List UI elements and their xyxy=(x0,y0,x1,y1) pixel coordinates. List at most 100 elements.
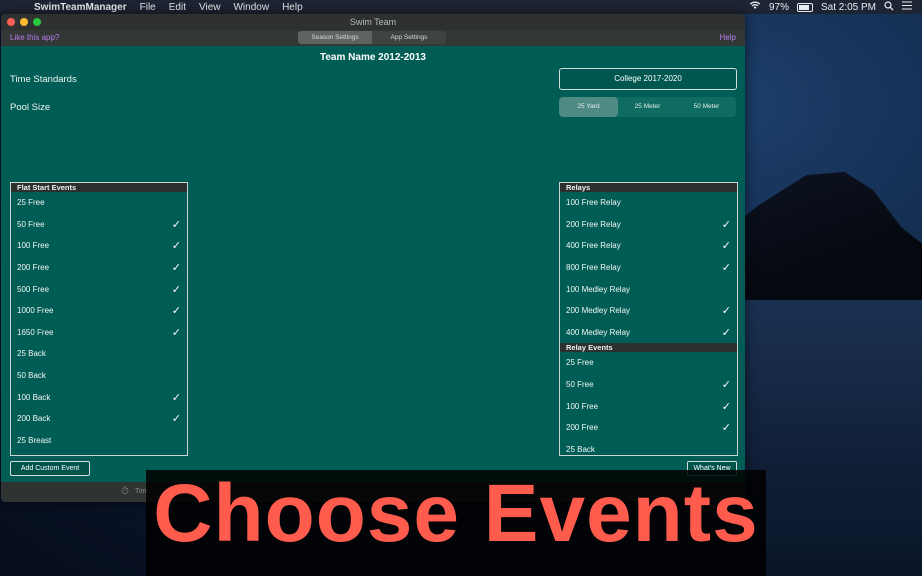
checkmark-icon: ✓ xyxy=(171,240,181,253)
menu-app-name[interactable]: SwimTeamManager xyxy=(34,2,127,13)
time-standards-button[interactable]: College 2017-2020 xyxy=(559,68,737,90)
menu-help[interactable]: Help xyxy=(282,2,303,13)
flat-start-event-label: 500 Free xyxy=(17,284,50,294)
relay-row[interactable]: 400 Medley Relay ✓ xyxy=(560,322,737,344)
flat-start-event-row[interactable]: 200 Back ✓ xyxy=(11,408,187,430)
flat-start-event-label: 50 Free xyxy=(17,219,45,229)
menu-clock[interactable]: Sat 2:05 PM xyxy=(821,2,876,13)
add-custom-event-button[interactable]: Add Custom Event xyxy=(10,461,90,476)
relay-label: 200 Medley Relay xyxy=(566,306,631,316)
flat-start-event-row[interactable]: 1650 Free ✓ xyxy=(11,322,187,344)
flat-start-event-label: 25 Breast xyxy=(17,435,52,445)
relay-event-row[interactable]: 25 Back xyxy=(560,439,737,455)
flat-start-events-list[interactable]: Flat Start Events 25 Free 50 Free ✓ 100 Fre… xyxy=(10,182,188,456)
flat-start-event-label: 25 Back xyxy=(17,349,46,359)
flat-start-event-row[interactable]: 500 Free ✓ xyxy=(11,278,187,300)
flat-start-event-row[interactable]: 100 Free ✓ xyxy=(11,235,187,257)
menu-edit[interactable]: Edit xyxy=(169,2,186,13)
flat-start-event-row[interactable]: 50 Back xyxy=(11,365,187,387)
menu-bar: SwimTeamManager File Edit View Window He… xyxy=(0,0,922,14)
relays-list[interactable]: Relays 100 Free Relay 200 Free Relay ✓ 400 … xyxy=(559,182,738,456)
relay-row[interactable]: 800 Free Relay ✓ xyxy=(560,257,737,279)
relay-row[interactable]: 100 Free Relay xyxy=(560,192,737,214)
time-standards-label: Time Standards xyxy=(10,74,77,85)
settings-tabs: Season Settings App Settings xyxy=(298,31,446,44)
wifi-icon[interactable] xyxy=(749,1,761,13)
tab-season-settings[interactable]: Season Settings xyxy=(298,31,372,44)
menu-file[interactable]: File xyxy=(140,2,156,13)
relay-event-label: 200 Free xyxy=(566,423,599,433)
relay-event-row[interactable]: 200 Free ✓ xyxy=(560,417,737,439)
checkmark-icon: ✓ xyxy=(721,240,731,253)
swim-team-window: Swim Team Like this app? Season Settings… xyxy=(1,14,745,502)
relay-label: 400 Medley Relay xyxy=(566,327,631,337)
menu-window[interactable]: Window xyxy=(233,2,269,13)
pool-size-50-meter[interactable]: 50 Meter xyxy=(677,97,736,117)
flat-start-event-label: 1650 Free xyxy=(17,327,54,337)
battery-percent: 97% xyxy=(768,1,789,13)
checkmark-icon: ✓ xyxy=(721,326,731,339)
pool-size-25-yard[interactable]: 25 Yard xyxy=(559,97,618,117)
flat-start-event-label: 100 Back xyxy=(17,392,51,402)
relay-label: 100 Medley Relay xyxy=(566,284,631,294)
stopwatch-icon[interactable]: ⏱ xyxy=(121,486,129,497)
timer-tab-label[interactable]: Tim xyxy=(135,488,146,495)
promo-caption: Choose Events xyxy=(153,468,759,559)
relay-event-label: 50 Free xyxy=(566,380,594,390)
flat-start-event-row[interactable]: 25 Free xyxy=(11,192,187,214)
tab-app-settings[interactable]: App Settings xyxy=(372,31,446,44)
checkmark-icon: ✓ xyxy=(171,283,181,296)
pool-size-selector: 25 Yard 25 Meter 50 Meter xyxy=(559,97,736,117)
flat-start-event-label: 200 Back xyxy=(17,414,51,424)
relay-row[interactable]: 200 Medley Relay ✓ xyxy=(560,300,737,322)
relay-row[interactable]: 400 Free Relay ✓ xyxy=(560,235,737,257)
relay-event-label: 25 Free xyxy=(566,358,594,368)
checkmark-icon: ✓ xyxy=(171,262,181,275)
minimize-window-button[interactable] xyxy=(20,18,28,26)
control-center-icon[interactable] xyxy=(902,1,912,13)
relays-header: Relays xyxy=(560,183,737,192)
flat-start-event-row[interactable]: 50 Free ✓ xyxy=(11,214,187,236)
title-bar: Swim Team xyxy=(1,14,745,30)
relay-row[interactable]: 200 Free Relay ✓ xyxy=(560,214,737,236)
relay-label: 100 Free Relay xyxy=(566,198,621,208)
relay-label: 200 Free Relay xyxy=(566,219,621,229)
close-window-button[interactable] xyxy=(7,18,15,26)
checkmark-icon: ✓ xyxy=(721,262,731,275)
flat-start-event-label: 1000 Free xyxy=(17,306,54,316)
spotlight-search-icon[interactable] xyxy=(884,0,894,14)
checkmark-icon: ✓ xyxy=(721,400,731,413)
checkmark-icon: ✓ xyxy=(721,422,731,435)
pool-size-label: Pool Size xyxy=(10,102,51,113)
flat-start-event-row[interactable]: 100 Back ✓ xyxy=(11,386,187,408)
flat-start-event-label: 25 Free xyxy=(17,198,45,208)
checkmark-icon: ✓ xyxy=(171,326,181,339)
flat-start-event-row[interactable]: 200 Free ✓ xyxy=(11,257,187,279)
relay-event-row[interactable]: 50 Free ✓ xyxy=(560,374,737,396)
zoom-window-button[interactable] xyxy=(33,18,41,26)
flat-start-event-row[interactable]: 25 Breast xyxy=(11,430,187,452)
checkmark-icon: ✓ xyxy=(171,391,181,404)
toolbar: Like this app? Season Settings App Setti… xyxy=(1,30,745,46)
checkmark-icon: ✓ xyxy=(721,379,731,392)
flat-start-event-row[interactable]: 1000 Free ✓ xyxy=(11,300,187,322)
checkmark-icon: ✓ xyxy=(171,305,181,318)
flat-start-event-row[interactable]: 25 Back xyxy=(11,343,187,365)
flat-start-event-label: 50 Back xyxy=(17,371,46,381)
team-name-title: Team Name 2012-2013 xyxy=(320,52,426,63)
like-app-link[interactable]: Like this app? xyxy=(10,33,59,42)
relay-event-row[interactable]: 25 Free xyxy=(560,352,737,374)
wallpaper-sea xyxy=(740,300,922,576)
flat-start-event-label: 100 Free xyxy=(17,241,50,251)
relay-row[interactable]: 100 Medley Relay xyxy=(560,278,737,300)
window-title: Swim Team xyxy=(349,17,397,27)
checkmark-icon: ✓ xyxy=(171,413,181,426)
relay-label: 400 Free Relay xyxy=(566,241,621,251)
battery-icon[interactable] xyxy=(796,2,813,12)
checkmark-icon: ✓ xyxy=(721,218,731,231)
help-link[interactable]: Help xyxy=(720,33,736,42)
menu-view[interactable]: View xyxy=(199,2,221,13)
pool-size-25-meter[interactable]: 25 Meter xyxy=(618,97,677,117)
relay-event-row[interactable]: 100 Free ✓ xyxy=(560,395,737,417)
checkmark-icon: ✓ xyxy=(171,218,181,231)
